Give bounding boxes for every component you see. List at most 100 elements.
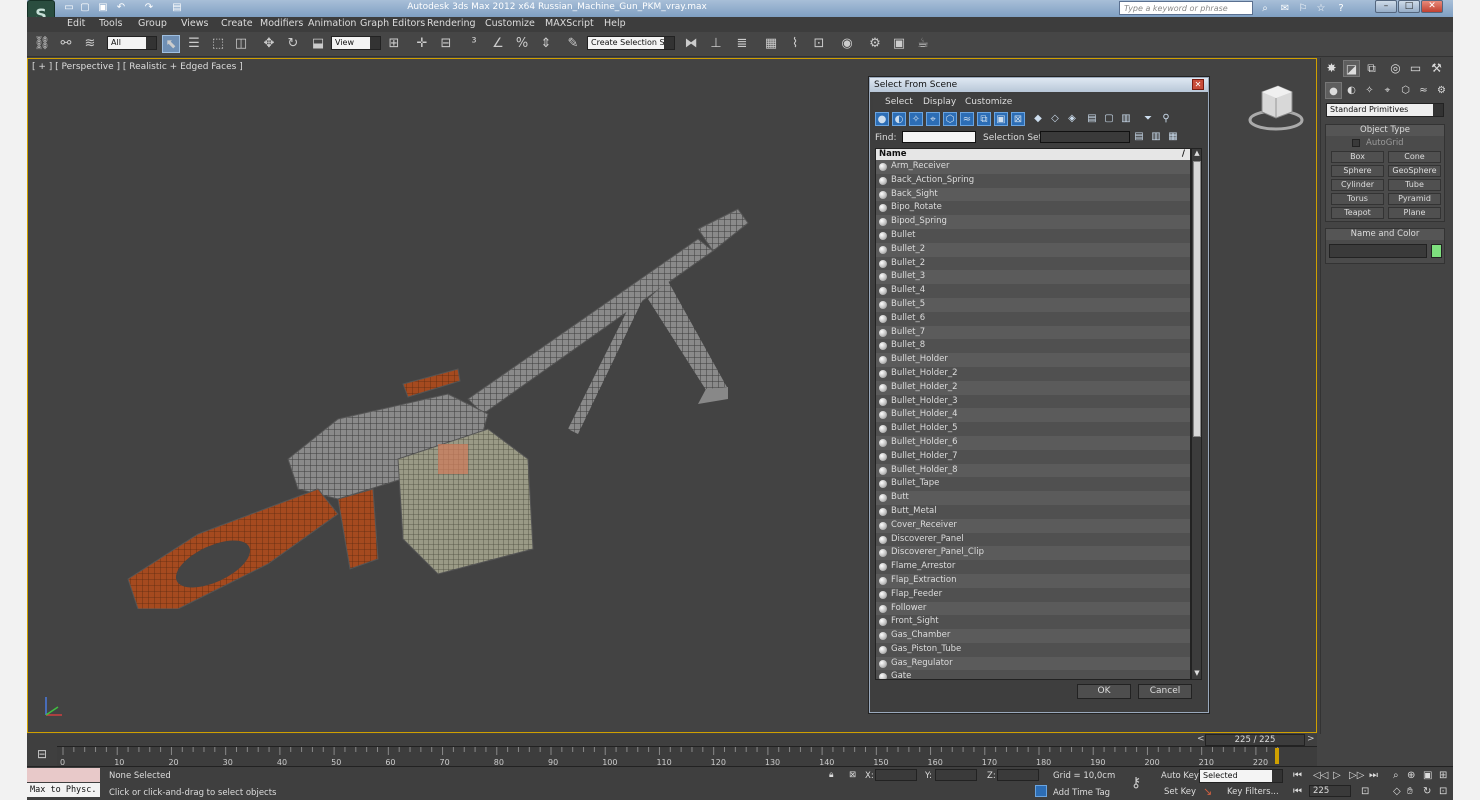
list-item[interactable]: Gas_Chamber [876,629,1190,643]
scroll-up-icon[interactable]: ▲ [1193,149,1201,159]
y-coordinate-field[interactable] [935,769,977,781]
list-item[interactable]: Bullet_5 [876,297,1190,312]
help-icon[interactable]: ? [1334,2,1348,15]
dialog-menu-customize[interactable]: Customize [965,97,1012,107]
cone-button[interactable]: Cone [1388,151,1441,163]
list-item[interactable]: Front_Sight [876,615,1190,630]
menu-maxscript[interactable]: MAXScript [545,18,594,29]
geometry-category-dropdown[interactable]: Standard Primitives [1326,103,1444,117]
menu-customize[interactable]: Customize [485,18,535,29]
time-tag-icon[interactable] [1035,785,1047,797]
list-item[interactable]: Butt_Metal [876,504,1190,519]
add-time-tag[interactable]: Add Time Tag [1053,788,1110,798]
list-item[interactable]: Bullet_7 [876,325,1190,340]
create-selection-set-icon[interactable]: ▤ [1132,130,1146,144]
display-lights-icon[interactable]: ✧ [909,112,923,126]
torus-button[interactable]: Torus [1331,193,1384,205]
machine-gun-model[interactable] [88,189,788,609]
cancel-button[interactable]: Cancel [1138,684,1192,699]
list-item[interactable]: Bullet_4 [876,284,1190,298]
snaps-toggle-icon[interactable]: ³ [465,35,483,53]
list-item[interactable]: Bullet_2 [876,256,1190,271]
object-color-swatch[interactable] [1431,244,1442,258]
select-rotate-icon[interactable]: ↻ [284,35,302,53]
plane-button[interactable]: Plane [1388,207,1441,219]
list-item[interactable]: Bullet_Holder_2 [876,380,1190,395]
list-item[interactable]: Flap_Feeder [876,587,1190,602]
select-none-icon[interactable]: ▢ [1102,112,1116,126]
display-cameras-icon[interactable]: ⌖ [926,112,940,126]
list-item[interactable]: Back_Action_Spring [876,173,1190,188]
goto-start-icon[interactable]: ⏮ [1293,770,1302,781]
list-item[interactable]: Bullet_Holder_7 [876,449,1190,464]
reference-coordinate-dropdown[interactable]: View [331,36,381,50]
menu-help[interactable]: Help [604,18,626,29]
render-setup-icon[interactable]: ⚙ [866,35,884,53]
list-item[interactable]: Bullet_6 [876,311,1190,326]
time-slider-next-icon[interactable]: > [1307,734,1315,744]
percent-snap-icon[interactable]: % [513,35,531,53]
maxscript-input[interactable]: Max to Physc. [27,783,100,797]
menu-animation[interactable]: Animation [308,18,356,29]
remove-from-selection-set-icon[interactable]: ▦ [1166,130,1180,144]
cylinder-button[interactable]: Cylinder [1331,179,1384,191]
display-all-icon[interactable]: ◆ [1031,112,1045,126]
display-helpers-icon[interactable]: ⬡ [943,112,957,126]
display-geometry-icon[interactable]: ● [875,112,889,126]
motion-tab-icon[interactable]: ◎ [1387,60,1404,77]
set-key-button[interactable]: Set Key [1164,787,1196,797]
angle-snap-icon[interactable]: ∠ [489,35,507,53]
display-bones-icon[interactable]: ⊠ [1011,112,1025,126]
select-all-icon[interactable]: ▤ [1085,112,1099,126]
render-production-icon[interactable]: ☕ [914,35,932,53]
list-item[interactable]: Discoverer_Panel [876,532,1190,547]
list-item[interactable]: Cover_Receiver [876,518,1190,533]
orbit-icon[interactable]: ↻ [1423,786,1431,797]
time-slider-thumb[interactable]: 225 / 225 [1205,734,1305,746]
select-move-icon[interactable]: ✥ [260,35,278,53]
next-frame-icon[interactable]: ▷▷ [1349,770,1364,781]
select-object-icon[interactable]: ⬉ [162,35,180,53]
previous-frame-icon[interactable]: ◁◁ [1313,770,1328,781]
create-tab-icon[interactable]: ✸ [1323,60,1340,77]
display-space-warps-icon[interactable]: ≈ [960,112,974,126]
select-by-name-icon[interactable]: ☰ [185,35,203,53]
cameras-icon[interactable]: ⌖ [1379,82,1396,99]
x-coordinate-field[interactable] [875,769,917,781]
scene-object-list[interactable]: Name / Arm_Receiver Back_Action_Spring Bac… [875,148,1191,680]
maximize-viewport-icon[interactable]: ⊡ [1439,786,1447,797]
curve-editor-icon[interactable]: ⌇ [786,35,804,53]
zoom-icon[interactable]: ⌕ [1393,770,1399,781]
name-color-title[interactable]: Name and Color [1326,229,1444,240]
goto-end-icon[interactable]: ⏭ [1369,770,1378,781]
track-bar[interactable]: 0 10 20 30 40 50 60 70 80 90 100 110 120 130 140 150 160… [57,746,1317,767]
time-configuration-icon[interactable]: ⊡ [1361,786,1369,797]
dialog-close-button[interactable]: ✕ [1192,79,1204,90]
list-item[interactable]: Bullet_3 [876,270,1190,285]
select-scale-icon[interactable]: ⬓ [309,35,327,53]
menu-edit[interactable]: Edit [67,18,85,29]
bind-space-warp-icon[interactable]: ≋ [81,35,99,53]
align-icon[interactable]: ⊥ [707,35,725,53]
pyramid-button[interactable]: Pyramid [1388,193,1441,205]
display-xrefs-icon[interactable]: ▣ [994,112,1008,126]
tube-button[interactable]: Tube [1388,179,1441,191]
find-input[interactable] [902,131,976,143]
list-item[interactable]: Bullet_Holder_6 [876,435,1190,450]
menu-tools[interactable]: Tools [99,18,122,29]
list-item[interactable]: Gas_Regulator [876,656,1190,671]
absolute-mode-icon[interactable]: ⊠ [849,770,856,780]
edit-named-selection-icon[interactable]: ✎ [564,35,582,53]
space-warps-icon[interactable]: ≈ [1415,82,1432,99]
list-item[interactable]: Bullet_Tape [876,477,1190,492]
key-filters-button[interactable]: Key Filters... [1227,787,1279,797]
display-none-icon[interactable]: ◇ [1048,112,1062,126]
display-groups-icon[interactable]: ⧉ [977,112,991,126]
lock-selection-icon[interactable]: 🔒︎ [829,770,834,780]
list-item[interactable]: Follower [876,601,1190,616]
material-editor-icon[interactable]: ◉ [838,35,856,53]
select-manipulate-icon[interactable]: ✛ [413,35,431,53]
geosphere-button[interactable]: GeoSphere [1388,165,1441,177]
list-item[interactable]: Bullet_Holder_5 [876,422,1190,436]
field-of-view-icon[interactable]: ◇ [1393,786,1401,797]
